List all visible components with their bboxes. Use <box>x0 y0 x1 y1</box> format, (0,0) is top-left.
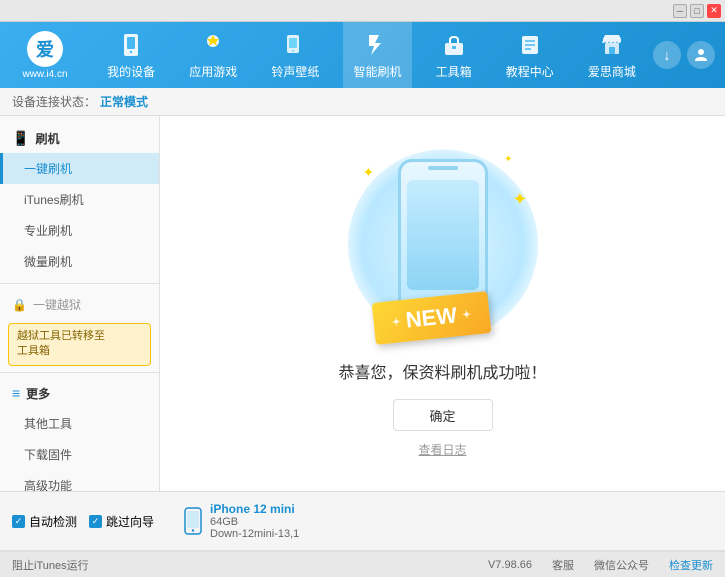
flash-icon <box>363 31 391 59</box>
nav: 我的设备 应用游戏 铃声壁纸 智能刷机 工具箱 <box>90 22 653 88</box>
logo[interactable]: 爱 www.i4.cn <box>0 23 90 88</box>
success-text: 恭喜您，保资料刷机成功啦！ <box>338 359 546 383</box>
sidebar-item-pro-flash[interactable]: 专业刷机 <box>0 215 159 246</box>
maximize-button[interactable]: □ <box>690 4 704 18</box>
status-label: 设备连接状态： <box>12 93 96 110</box>
ringtone-icon <box>281 31 309 59</box>
sparkle-2: ✦ <box>504 154 512 165</box>
new-badge-text: NEW <box>404 302 458 333</box>
bottom-area: ✓ 自动检测 ✓ 跳过向导 iPhone 12 mini 64GB Down-1… <box>0 491 725 577</box>
auto-connect-label: 自动检测 <box>29 513 77 530</box>
jailbreak-label: 一键越狱 <box>33 296 81 313</box>
logo-icon: 爱 <box>27 31 63 67</box>
jailbreak-notice: 越狱工具已转移至工具箱 <box>8 323 151 366</box>
nav-item-store[interactable]: 爱思商城 <box>578 22 646 88</box>
sidebar-item-one-key-flash[interactable]: 一键刷机 <box>0 153 159 184</box>
jailbreak-notice-text: 越狱工具已转移至工具箱 <box>17 330 105 357</box>
sidebar-item-advanced[interactable]: 高级功能 <box>0 470 159 491</box>
apps-icon <box>199 31 227 59</box>
sidebar-item-micro-flash[interactable]: 微量刷机 <box>0 246 159 277</box>
version-text: V7.98.66 <box>488 559 532 571</box>
skip-wizard-checkbox[interactable]: ✓ 跳过向导 <box>89 513 154 530</box>
store-icon <box>598 31 626 59</box>
itunes-status-text: 阻止iTunes运行 <box>12 560 89 572</box>
phone-screen <box>407 180 479 290</box>
nav-label-store: 爱思商城 <box>588 63 636 80</box>
skip-wizard-label: 跳过向导 <box>106 513 154 530</box>
device-details: iPhone 12 mini 64GB Down-12mini-13,1 <box>210 502 299 540</box>
nav-item-apps-games[interactable]: 应用游戏 <box>179 22 247 88</box>
nav-label-my-device: 我的设备 <box>107 63 155 80</box>
itunes-status: 阻止iTunes运行 <box>12 557 89 573</box>
nav-item-tutorial[interactable]: 教程中心 <box>496 22 564 88</box>
nav-label-flash: 智能刷机 <box>353 63 401 80</box>
sidebar-item-download-firmware[interactable]: 下载固件 <box>0 439 159 470</box>
sidebar-group-more-label: 更多 <box>26 385 50 402</box>
skip-wizard-checkbox-box: ✓ <box>89 515 102 528</box>
sidebar-group-flash-label: 刷机 <box>35 130 59 147</box>
main-area: 📱 刷机 一键刷机 iTunes刷机 专业刷机 微量刷机 🔒 一键越狱 越狱工具… <box>0 116 725 491</box>
link-check-update[interactable]: 检查更新 <box>669 557 713 573</box>
device-row: ✓ 自动检测 ✓ 跳过向导 iPhone 12 mini 64GB Down-1… <box>0 492 725 551</box>
more-group-icon: ≡ <box>12 385 20 401</box>
sidebar-group-flash: 📱 刷机 <box>0 124 159 153</box>
download-button[interactable]: ↓ <box>653 41 681 69</box>
sidebar-item-other-tools[interactable]: 其他工具 <box>0 408 159 439</box>
device-icon <box>117 31 145 59</box>
sidebar: 📱 刷机 一键刷机 iTunes刷机 专业刷机 微量刷机 🔒 一键越狱 越狱工具… <box>0 116 160 491</box>
close-button[interactable]: ✕ <box>707 4 721 18</box>
phone-speaker <box>428 166 458 170</box>
device-info: iPhone 12 mini 64GB Down-12mini-13,1 <box>172 502 713 540</box>
guide-link[interactable]: 查看日志 <box>418 441 466 458</box>
nav-item-ringtones[interactable]: 铃声壁纸 <box>261 22 329 88</box>
status-footer: 阻止iTunes运行 V7.98.66 客服 微信公众号 检查更新 <box>0 551 725 577</box>
title-bar: ─ □ ✕ <box>0 0 725 22</box>
minimize-button[interactable]: ─ <box>673 4 687 18</box>
auto-connect-checkbox[interactable]: ✓ 自动检测 <box>12 513 77 530</box>
sidebar-group-more: ≡ 更多 <box>0 379 159 408</box>
link-customer-service[interactable]: 客服 <box>552 557 574 573</box>
nav-label-tutorial: 教程中心 <box>506 63 554 80</box>
nav-label-ringtones: 铃声壁纸 <box>271 63 319 80</box>
header: 爱 www.i4.cn 我的设备 应用游戏 铃声壁纸 <box>0 22 725 88</box>
sparkle-1: ✦ <box>363 164 375 181</box>
sidebar-divider-1 <box>0 283 159 284</box>
sidebar-divider-2 <box>0 372 159 373</box>
header-right: ↓ <box>653 41 725 69</box>
auto-connect-checkbox-box: ✓ <box>12 515 25 528</box>
tutorial-icon <box>516 31 544 59</box>
logo-text: www.i4.cn <box>22 69 67 80</box>
confirm-button[interactable]: 确定 <box>393 399 493 431</box>
nav-label-apps: 应用游戏 <box>189 63 237 80</box>
sidebar-jailbreak-title: 🔒 一键越狱 <box>0 290 159 319</box>
device-name: iPhone 12 mini <box>210 502 299 516</box>
nav-item-toolbox[interactable]: 工具箱 <box>426 22 482 88</box>
nav-item-my-device[interactable]: 我的设备 <box>97 22 165 88</box>
status-bar: 设备连接状态： 正常模式 <box>0 88 725 116</box>
nav-item-smart-flash[interactable]: 智能刷机 <box>343 22 411 88</box>
sparkle-3: ✦ <box>512 189 527 210</box>
success-illustration: ✦ ✦ ✦ ✦ NEW ✦ <box>333 149 553 359</box>
checkbox-area: ✓ 自动检测 ✓ 跳过向导 <box>12 513 172 530</box>
link-wechat-public[interactable]: 微信公众号 <box>594 557 649 573</box>
content-area: ✦ ✦ ✦ ✦ NEW ✦ 恭喜您，保资料刷机成功啦！ 确定 查看日志 <box>160 116 725 491</box>
phone-small-icon <box>184 507 202 535</box>
sidebar-item-itunes-flash[interactable]: iTunes刷机 <box>0 184 159 215</box>
nav-label-toolbox: 工具箱 <box>436 63 472 80</box>
device-model: Down-12mini-13,1 <box>210 528 299 540</box>
device-storage: 64GB <box>210 516 299 528</box>
flash-group-icon: 📱 <box>12 130 29 147</box>
lock-icon: 🔒 <box>12 298 27 312</box>
user-button[interactable] <box>687 41 715 69</box>
toolbox-icon <box>440 31 468 59</box>
status-value: 正常模式 <box>100 93 148 110</box>
